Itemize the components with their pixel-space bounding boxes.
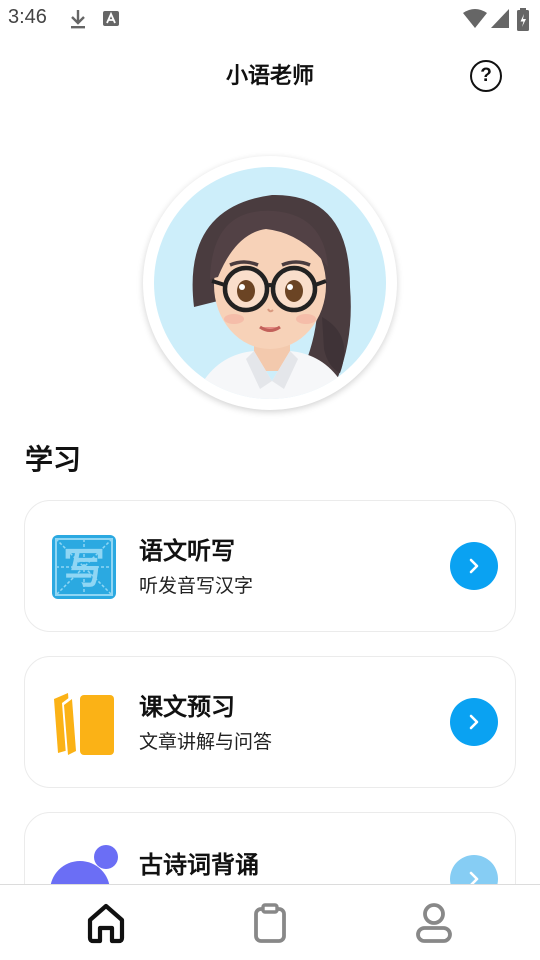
section-title: 学习 [25,443,82,476]
open-dictation-button[interactable] [450,542,498,590]
chevron-right-icon [469,714,479,730]
status-bar: 3:46 [0,0,540,36]
nav-home[interactable] [84,901,128,945]
bottom-nav [0,884,540,960]
book-icon [54,693,114,755]
help-icon: ? [480,65,492,86]
chevron-right-icon [469,871,479,884]
card-text-preview[interactable]: 课文预习 文章讲解与问答 [24,656,516,788]
status-time: 3:46 [8,6,47,28]
poem-icon [50,845,118,884]
card-title: 语文听写 [139,537,235,565]
open-text-preview-button[interactable] [450,698,498,746]
card-subtitle: 文章讲解与问答 [139,731,273,753]
card-poem-recitation[interactable]: 古诗词背诵 [24,812,516,884]
wifi-icon [463,9,487,28]
page-title: 小语老师 [225,64,314,89]
svg-text:写: 写 [63,544,105,593]
chevron-right-icon [469,558,479,574]
scroll-clip: 古诗词背诵 [0,800,540,884]
teacher-illustration-icon [192,194,351,399]
signal-icon [491,9,509,28]
card-subtitle: 听发音写汉字 [139,575,254,597]
home-icon [87,903,125,944]
open-poem-button[interactable] [450,855,498,884]
card-dictation[interactable]: 写 语文听写 听发音写汉字 [24,500,516,632]
teacher-avatar-image [154,167,386,399]
nav-profile[interactable] [412,901,456,945]
teacher-avatar [143,156,397,410]
profile-icon [416,903,452,943]
download-icon [71,10,85,29]
dictation-icon: 写 [52,535,116,599]
help-button[interactable]: ? [470,60,502,92]
card-title: 古诗词背诵 [139,851,259,879]
clipboard-icon [254,903,286,943]
font-notification-icon [103,11,119,26]
card-title: 课文预习 [139,693,235,721]
nav-tasks[interactable] [248,901,292,945]
battery-icon [517,8,529,31]
